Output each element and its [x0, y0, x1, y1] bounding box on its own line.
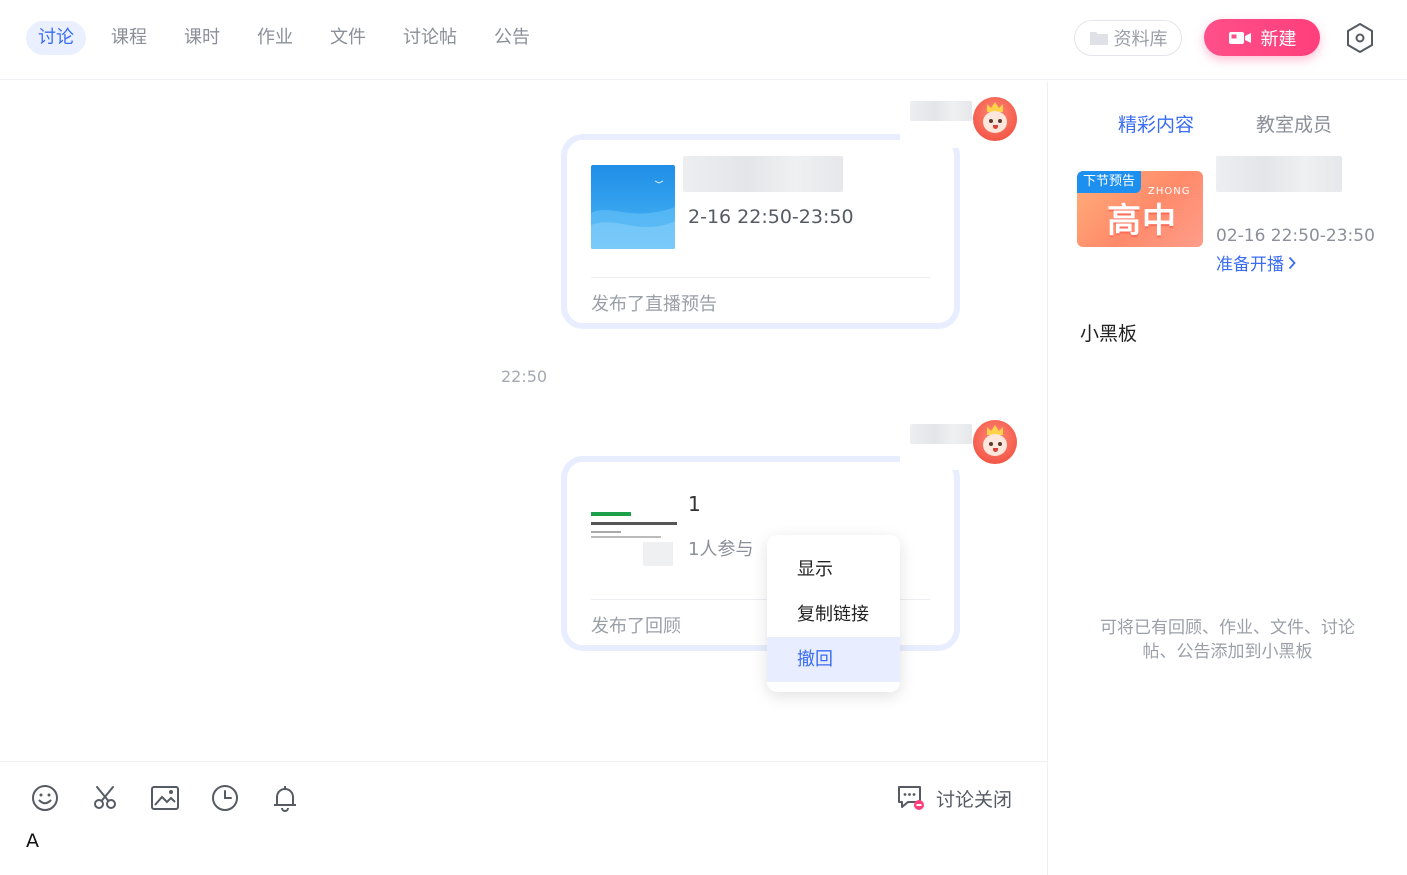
menu-item-copy-link[interactable]: 复制链接 [767, 592, 900, 637]
settings-button[interactable] [1343, 21, 1377, 55]
tab-forum[interactable]: 讨论帖 [391, 21, 469, 55]
remind-button[interactable] [269, 782, 301, 814]
new-label: 新建 [1260, 28, 1297, 50]
tab-files[interactable]: 文件 [318, 21, 378, 55]
live-title-blurred [683, 156, 843, 192]
tab-highlights[interactable]: 精彩内容 [1118, 110, 1194, 137]
next-live-title-blurred [1216, 156, 1342, 192]
image-icon [151, 786, 179, 810]
participant-count: 1人参与 [688, 539, 754, 560]
sender-name-blurred [910, 424, 972, 444]
image-button[interactable] [149, 782, 181, 814]
nav-tabs: 讨论 课程 课时 作业 文件 讨论帖 公告 [26, 21, 555, 55]
screenshot-button[interactable] [89, 782, 121, 814]
schedule-button[interactable] [209, 782, 241, 814]
sender-avatar[interactable] [973, 420, 1017, 464]
context-menu: 显示 复制链接 撤回 [767, 535, 900, 692]
blackboard-hint: 可将已有回顾、作业、文件、讨论帖、公告添加到小黑板 [1100, 618, 1355, 662]
live-time: 2-16 22:50-23:50 [688, 206, 854, 228]
hexagon-settings-icon [1347, 22, 1373, 54]
card-footer: 发布了直播预告 [591, 294, 717, 315]
chevron-right-icon [1288, 256, 1296, 269]
tab-announcement[interactable]: 公告 [482, 21, 542, 55]
start-live-link[interactable]: 准备开播 [1216, 250, 1296, 275]
message-timestamp: 22:50 [501, 367, 548, 386]
next-live-badge: 下节预告 [1077, 171, 1142, 193]
start-live-label: 准备开播 [1216, 255, 1284, 275]
sender-name-blurred [910, 101, 972, 121]
scissors-icon [94, 786, 116, 809]
thumb-title: 高中 [1107, 201, 1177, 241]
chat-closed-icon [898, 786, 924, 810]
clock-icon [212, 785, 238, 811]
sender-avatar[interactable] [973, 97, 1017, 141]
message-input[interactable]: A [26, 830, 39, 852]
tab-homework[interactable]: 作业 [245, 21, 305, 55]
menu-item-recall[interactable]: 撤回 [767, 637, 900, 682]
tab-discussion[interactable]: 讨论 [26, 21, 86, 55]
replay-cover-image [591, 512, 677, 568]
card-footer: 发布了回顾 [591, 616, 681, 637]
tab-members[interactable]: 教室成员 [1256, 110, 1332, 137]
emoji-button[interactable] [29, 782, 61, 814]
bell-icon [274, 786, 296, 812]
smiley-icon [32, 785, 58, 811]
replay-card[interactable]: 1 1人参与 发布了回顾 [561, 456, 960, 651]
video-camera-icon [1228, 31, 1251, 44]
live-preview-card[interactable]: 2-16 22:50-23:50 发布了直播预告 [561, 134, 960, 329]
blackboard-title: 小黑板 [1080, 323, 1138, 345]
panel-divider [1047, 81, 1048, 875]
library-label: 资料库 [1113, 29, 1168, 50]
next-live-thumbnail[interactable]: 下节预告 ZHONG 高中 [1077, 171, 1203, 247]
library-button[interactable]: 资料库 [1074, 20, 1182, 56]
message-composer: 讨论关闭 A [0, 761, 1047, 875]
menu-item-show[interactable]: 显示 [767, 547, 900, 592]
close-discussion-button[interactable]: 讨论关闭 [896, 784, 1012, 812]
tab-lesson[interactable]: 课时 [172, 21, 232, 55]
close-discussion-label: 讨论关闭 [936, 788, 1013, 811]
folder-icon [1089, 32, 1108, 45]
replay-title: 1 [688, 492, 701, 516]
live-cover-image [591, 165, 675, 249]
new-button[interactable]: 新建 [1204, 19, 1320, 56]
next-live-time: 02-16 22:50-23:50 [1216, 226, 1375, 246]
tab-course[interactable]: 课程 [99, 21, 159, 55]
top-bar: 讨论 课程 课时 作业 文件 讨论帖 公告 资料库 新建 [0, 0, 1407, 80]
